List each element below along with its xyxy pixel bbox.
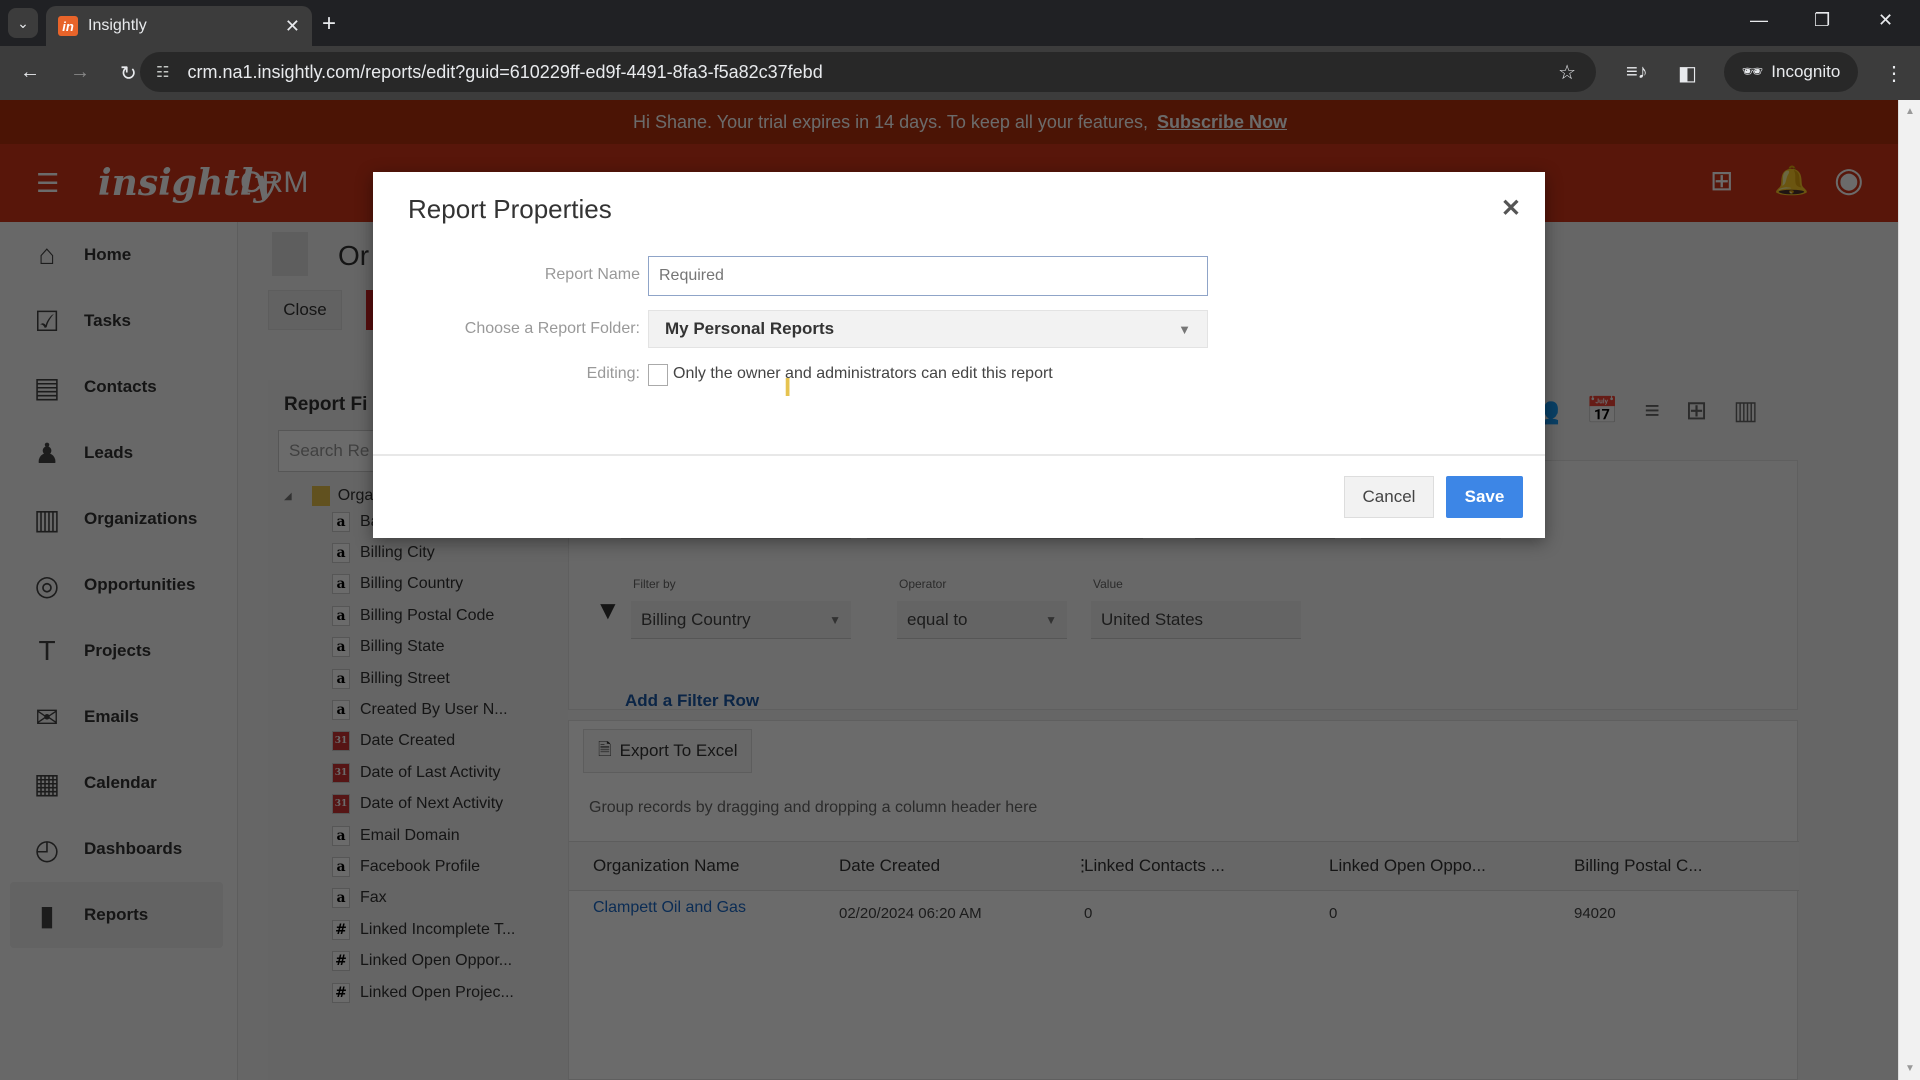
editing-label: Editing: (586, 365, 640, 382)
restore-icon[interactable]: ❐ (1814, 10, 1830, 31)
folder-select-value: My Personal Reports (665, 319, 835, 338)
tab-title: Insightly (88, 17, 147, 34)
browser-tab-bar: ⌄ in Insightly ✕ + — ❐ ✕ (0, 0, 1920, 46)
page: Hi Shane. Your trial expires in 14 days.… (0, 100, 1920, 1080)
text-cursor-icon: I (784, 372, 792, 402)
forward-icon[interactable]: → (70, 61, 90, 84)
save-button[interactable]: Save (1446, 476, 1523, 518)
browser-toolbar: ← → ↻ ☷ crm.na1.insightly.com/reports/ed… (0, 46, 1920, 100)
editing-restriction-checkbox[interactable] (648, 364, 668, 386)
reload-icon[interactable]: ↻ (120, 61, 137, 86)
scroll-up-icon[interactable]: ▲ (1905, 106, 1915, 117)
dialog-title: Report Properties (408, 194, 612, 224)
chevron-down-icon: ⌄ (17, 14, 29, 31)
incognito-icon: 🕶 (1741, 62, 1764, 81)
new-tab-button[interactable]: + (322, 10, 336, 38)
report-folder-label: Choose a Report Folder: (464, 320, 640, 337)
dialog-divider (373, 454, 1545, 456)
browser-menu-icon[interactable]: ⋮ (1884, 61, 1904, 86)
incognito-label: Incognito (1771, 62, 1841, 81)
close-tab-icon[interactable]: ✕ (285, 16, 300, 37)
insightly-favicon-icon: in (58, 16, 78, 36)
side-panel-icon[interactable]: ◧ (1678, 61, 1697, 86)
close-window-icon[interactable]: ✕ (1878, 10, 1893, 31)
bookmark-star-icon[interactable]: ☆ (1558, 60, 1576, 85)
browser-tab[interactable]: in Insightly ✕ (46, 6, 312, 46)
url-text: crm.na1.insightly.com/reports/edit?guid=… (187, 61, 823, 82)
minimize-icon[interactable]: — (1750, 10, 1768, 31)
cancel-button[interactable]: Cancel (1344, 476, 1434, 518)
media-control-icon[interactable]: ≡♪ (1626, 61, 1648, 84)
close-dialog-icon[interactable]: ✕ (1501, 194, 1521, 223)
back-icon[interactable]: ← (20, 61, 40, 84)
scroll-down-icon[interactable]: ▼ (1905, 1063, 1915, 1074)
dropdown-caret-icon: ▼ (1178, 321, 1191, 337)
address-bar[interactable]: ☷ crm.na1.insightly.com/reports/edit?gui… (140, 52, 1596, 92)
tab-search-button[interactable]: ⌄ (8, 8, 38, 38)
page-scrollbar[interactable]: ▲ ▼ (1898, 100, 1920, 1080)
report-folder-select[interactable]: My Personal Reports ▼ (648, 310, 1208, 348)
editing-checkbox-label[interactable]: Only the owner and administrators can ed… (673, 365, 1053, 383)
report-properties-dialog: Report Properties ✕ Report Name Choose a… (373, 172, 1545, 538)
site-settings-icon[interactable]: ☷ (156, 63, 169, 81)
incognito-badge[interactable]: 🕶 Incognito (1724, 52, 1858, 92)
report-name-label: Report Name (544, 266, 640, 283)
report-name-input[interactable] (648, 256, 1208, 296)
